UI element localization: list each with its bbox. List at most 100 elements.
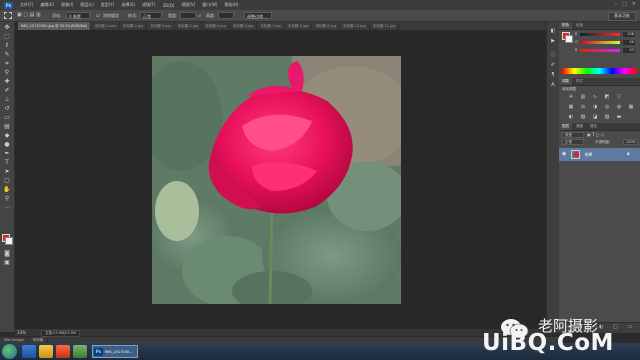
eraser-tool-icon[interactable]: ▭ (3, 114, 11, 121)
layer-name[interactable]: 背景 (584, 152, 592, 158)
layer-row[interactable]: ◉ 背景 🔒︎ (559, 148, 640, 161)
document-info[interactable]: 文档:23.9M/23.9M (41, 330, 80, 337)
style-select[interactable]: 正常 (140, 12, 162, 19)
tab-adjustments[interactable]: 调整 (559, 78, 572, 85)
zoom-level[interactable]: 33% (15, 329, 26, 336)
shape-tool-icon[interactable]: ▢ (3, 177, 11, 184)
green-value-input[interactable]: 40 (623, 40, 635, 45)
brush-panel-icon[interactable]: ✐ (549, 62, 557, 68)
layer-filter-icons[interactable]: ▣ T ▢ ◇ (587, 132, 604, 137)
threshold-icon[interactable]: ◪ (591, 114, 599, 120)
marquee-tool-icon[interactable]: ⬚ (3, 33, 11, 40)
clone-stamp-tool-icon[interactable]: ⊥ (3, 96, 11, 103)
eyedropper-tool-icon[interactable]: ⚲ (3, 69, 11, 76)
document-tab[interactable]: 未标题-6.jpg (230, 22, 258, 30)
background-color-swatch[interactable] (5, 237, 13, 245)
menu-file[interactable]: 文件(F) (20, 2, 33, 8)
black-white-icon[interactable]: ◑ (591, 104, 599, 110)
paragraph-panel-icon[interactable]: ¶ (549, 72, 557, 78)
crop-tool-icon[interactable]: ⌗ (3, 60, 11, 67)
color-panel-background-swatch[interactable] (565, 35, 573, 43)
menu-window[interactable]: 窗口(W) (202, 2, 217, 8)
hand-tool-icon[interactable]: ✋ (3, 186, 11, 193)
blue-slider[interactable]: B 43 (575, 48, 637, 53)
color-spectrum-bar[interactable] (562, 68, 637, 74)
height-input[interactable] (218, 12, 234, 19)
swap-icon[interactable]: ⇄ (198, 13, 201, 18)
tab-channels[interactable]: 通道 (573, 123, 586, 130)
media-taskbar-icon[interactable] (56, 345, 70, 358)
menu-3d[interactable]: 3D(D) (163, 3, 175, 8)
gradient-map-icon[interactable]: ▬ (615, 114, 623, 120)
tab-paths[interactable]: 路径 (587, 123, 600, 130)
blur-tool-icon[interactable]: ◆ (3, 132, 11, 139)
screen-mode-icon[interactable]: ▣ (3, 259, 11, 266)
green-slider-track[interactable] (580, 41, 620, 44)
hue-saturation-icon[interactable]: ▦ (567, 104, 575, 110)
character-panel-icon[interactable]: A (549, 82, 557, 88)
history-panel-icon[interactable]: ◧ (549, 28, 557, 34)
selection-mode-icon[interactable]: ▣ ▢ ▤ ▥ (17, 12, 41, 18)
app-taskbar-icon[interactable] (73, 345, 87, 358)
tab-swatches[interactable]: 色板 (573, 22, 586, 29)
feather-input[interactable]: 0 像素 (66, 12, 90, 19)
info-panel-icon[interactable]: ⓘ (549, 52, 557, 58)
menu-layer[interactable]: 图层(L) (80, 2, 93, 8)
brush-tool-icon[interactable]: ✐ (3, 87, 11, 94)
color-balance-icon[interactable]: ⚖ (579, 104, 587, 110)
tab-layers[interactable]: 图层 (559, 123, 572, 130)
document-tab[interactable]: 未标题-1.psd (91, 22, 120, 30)
menu-type[interactable]: 类型(Y) (101, 2, 115, 8)
explorer-taskbar-icon[interactable] (39, 345, 53, 358)
menu-select[interactable]: 选择(S) (121, 2, 135, 8)
menu-image[interactable]: 图像(I) (61, 2, 73, 8)
exposure-icon[interactable]: ◩ (603, 94, 611, 100)
marquee-tool-icon[interactable] (4, 12, 12, 19)
path-select-tool-icon[interactable]: ➤ (3, 168, 11, 175)
menu-help[interactable]: 帮助(H) (224, 2, 238, 8)
document-tab[interactable]: 未标题-8.jpg (285, 22, 313, 30)
refine-edge-button[interactable]: 调整边缘... (244, 12, 272, 19)
close-icon[interactable]: ✕ (632, 1, 636, 7)
red-slider[interactable]: R 208 (575, 32, 637, 37)
blue-value-input[interactable]: 43 (623, 48, 635, 53)
document-tab[interactable]: 未标题-9.jpg (312, 22, 340, 30)
lasso-tool-icon[interactable]: ℓ (3, 42, 11, 49)
healing-brush-tool-icon[interactable]: ✚ (3, 78, 11, 85)
document-tab[interactable]: IMG_20170302.jpg @ 33.3%(RGB/8#) (18, 22, 92, 30)
menu-view[interactable]: 视图(V) (181, 2, 195, 8)
history-brush-tool-icon[interactable]: ↺ (3, 105, 11, 112)
tab-styles[interactable]: 样式 (573, 78, 586, 85)
color-lookup-icon[interactable]: ▦ (627, 104, 635, 110)
start-button-icon[interactable] (2, 344, 17, 359)
quick-mask-icon[interactable]: ◙ (3, 250, 11, 257)
quick-select-tool-icon[interactable]: ✎ (3, 51, 11, 58)
layer-kind-filter[interactable]: 类型 (562, 132, 584, 138)
channel-mixer-icon[interactable]: ◍ (615, 104, 623, 110)
posterize-icon[interactable]: ▧ (579, 114, 587, 120)
document-tab[interactable]: 未标题-2.jpg (120, 22, 148, 30)
menu-edit[interactable]: 编辑(E) (40, 2, 54, 8)
green-slider[interactable]: G 40 (575, 40, 637, 45)
document-tab[interactable]: 未标题-11.jpg (370, 22, 400, 30)
vibrance-icon[interactable]: ▽ (615, 94, 623, 100)
photo-filter-icon[interactable]: ◎ (603, 104, 611, 110)
blend-mode-select[interactable]: 正常 (562, 139, 584, 145)
move-tool-icon[interactable]: ✥ (3, 24, 11, 31)
blue-slider-track[interactable] (580, 49, 620, 52)
document-tab[interactable]: 未标题-7.jpg (257, 22, 285, 30)
photoshop-taskbar-button[interactable]: Ps IMG_2017030... (92, 345, 138, 358)
minimize-icon[interactable]: – (615, 1, 618, 7)
invert-icon[interactable]: ◐ (567, 114, 575, 120)
document-tab[interactable]: 未标题-10.jpg (340, 22, 370, 30)
actions-panel-icon[interactable]: ▶ (549, 38, 557, 44)
document-tab[interactable]: 未标题-3.jpg (147, 22, 175, 30)
rose-photo[interactable] (152, 56, 401, 304)
zoom-tool-icon[interactable]: ⚲ (3, 195, 11, 202)
document-tab[interactable]: 未标题-5.jpg (202, 22, 230, 30)
menu-filter[interactable]: 滤镜(T) (142, 2, 156, 8)
brightness-icon[interactable]: ☀ (567, 94, 575, 100)
ie-taskbar-icon[interactable] (22, 345, 36, 358)
type-tool-icon[interactable]: T (3, 159, 11, 166)
levels-icon[interactable]: ▥ (579, 94, 587, 100)
